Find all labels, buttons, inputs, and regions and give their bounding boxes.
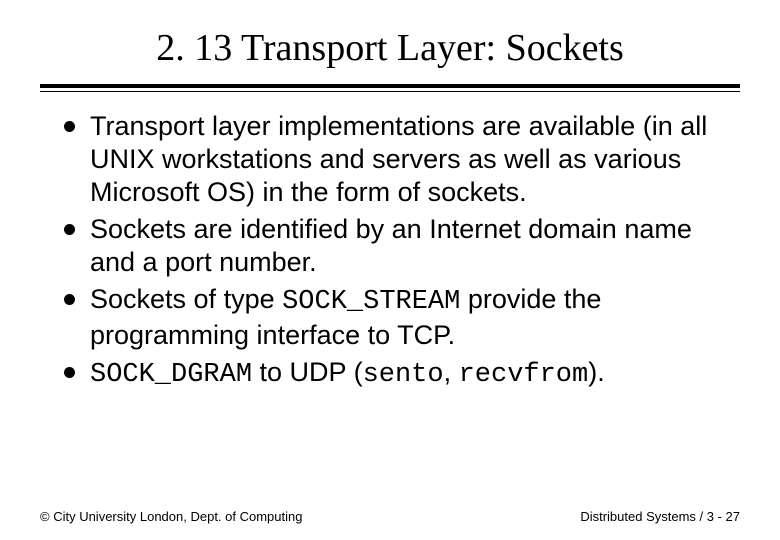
slide-title: 2. 13 Transport Layer: Sockets [40, 26, 740, 70]
list-item: Sockets are identified by an Internet do… [62, 213, 718, 279]
content-area: Transport layer implementations are avai… [40, 110, 740, 392]
body-text: Sockets are identified by an Internet do… [90, 214, 692, 277]
footer: © City University London, Dept. of Compu… [40, 509, 740, 524]
code-text: SOCK_DGRAM [90, 360, 252, 390]
rule-thin [40, 91, 740, 92]
body-text: to UDP ( [252, 357, 363, 387]
bullet-icon [64, 367, 75, 378]
body-text: , [444, 357, 459, 387]
body-text: ). [588, 357, 605, 387]
code-text: recvfrom [459, 360, 589, 390]
bullet-icon [64, 224, 75, 235]
bullet-list: Transport layer implementations are avai… [62, 110, 718, 392]
footer-left: © City University London, Dept. of Compu… [40, 509, 302, 524]
body-text: Transport layer implementations are avai… [90, 111, 707, 207]
bullet-icon [64, 294, 75, 305]
list-item: SOCK_DGRAM to UDP (sento, recvfrom). [62, 356, 718, 392]
slide: 2. 13 Transport Layer: Sockets Transport… [0, 0, 780, 540]
list-item: Sockets of type SOCK_STREAM provide the … [62, 283, 718, 352]
code-text: sento [363, 360, 444, 390]
title-rule [40, 84, 740, 92]
body-text: Sockets of type [90, 284, 282, 314]
footer-right: Distributed Systems / 3 - 27 [580, 509, 740, 524]
list-item: Transport layer implementations are avai… [62, 110, 718, 209]
bullet-icon [64, 121, 75, 132]
rule-thick [40, 84, 740, 88]
code-text: SOCK_STREAM [282, 287, 460, 317]
